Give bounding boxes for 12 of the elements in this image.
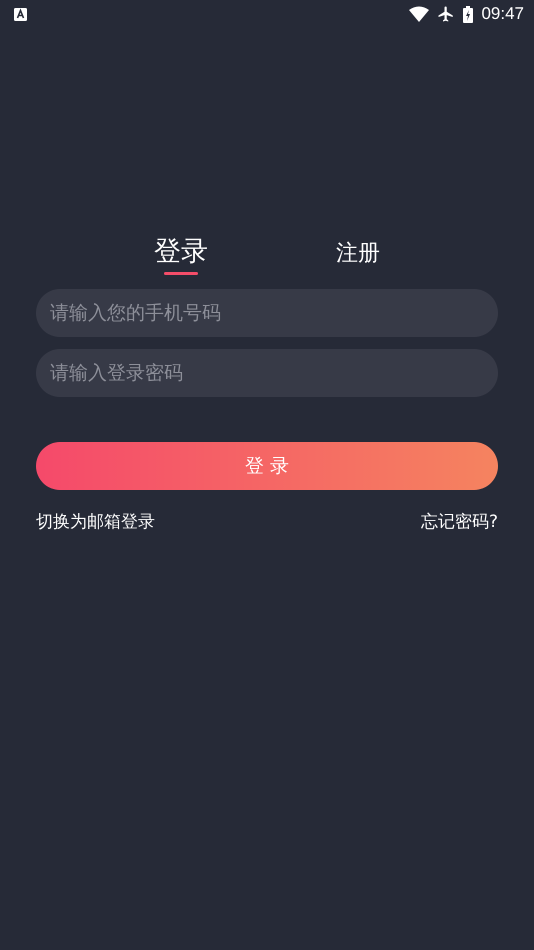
switch-email-login-link[interactable]: 切换为邮箱登录 [36,510,155,533]
airplane-icon [437,5,456,23]
tab[interactable]: 登录 [154,231,208,275]
forgot-password-link[interactable]: 忘记密码? [420,510,498,533]
notification-icon [14,8,27,20]
wifi-icon [409,6,430,22]
tab[interactable]: 注册 [336,235,380,271]
input-field[interactable]: 请输入您的手机号码 [36,289,498,337]
battery-charging-icon [463,6,474,22]
input-field[interactable]: 请输入登录密码 [36,349,498,397]
status-time: 09:47 [481,4,524,24]
tab-underline [164,272,198,275]
